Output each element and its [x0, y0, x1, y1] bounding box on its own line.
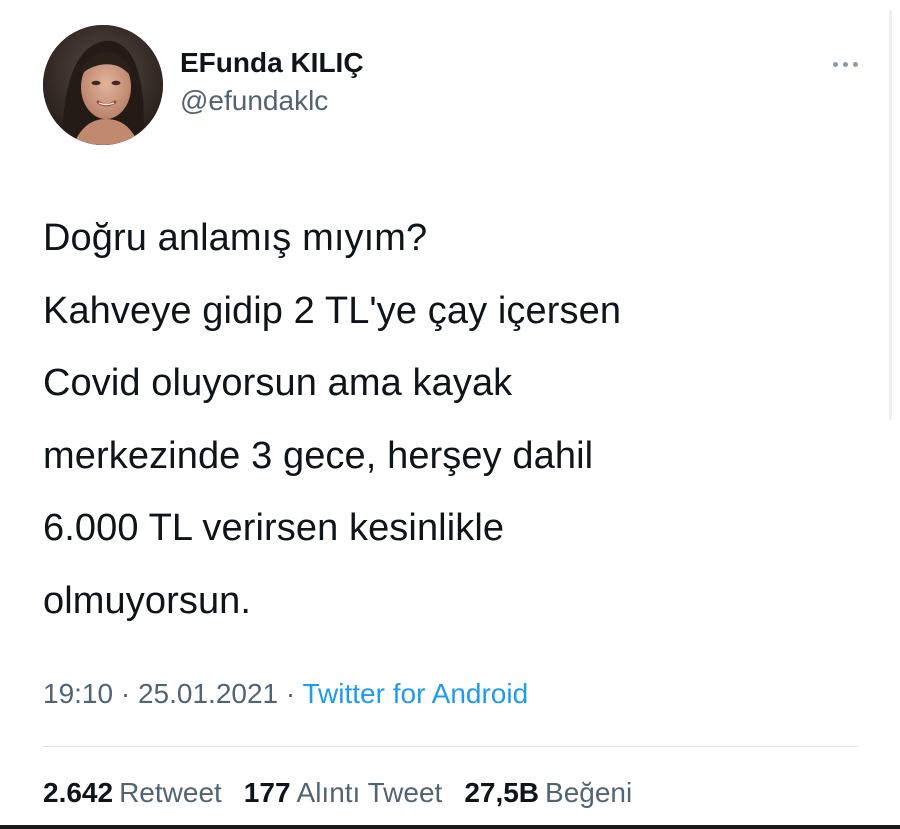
quote-number: 177 — [243, 777, 291, 808]
tweet-date[interactable]: 25.01.2021 — [138, 678, 278, 709]
meta-separator: · — [285, 678, 296, 709]
tweet-stats: 2.642 Retweet 177 Alıntı Tweet 27,5B Beğeni — [43, 775, 858, 811]
tweet-line: Doğru anlamış mıyım? — [43, 217, 428, 259]
retweet-label: Retweet — [119, 777, 222, 808]
tweet-line: olmuyorsun. — [43, 579, 252, 622]
tweet-line: 6.000 TL verirsen kesinlikle — [43, 507, 505, 549]
tweet-time[interactable]: 19:10 — [43, 678, 113, 709]
display-name[interactable]: EFunda KILIÇ — [180, 45, 364, 81]
quote-label: Alıntı Tweet — [296, 777, 443, 808]
user-names: EFunda KILIÇ @efundaklc — [180, 45, 364, 119]
tweet-header: EFunda KILIÇ @efundaklc — [43, 24, 858, 146]
like-count[interactable]: 27,5B Beğeni — [464, 775, 632, 811]
tweet-line: Kahveye gidip 2 TL'ye çay içersen — [43, 289, 622, 332]
scrollbar-track — [889, 10, 892, 420]
meta-separator: · — [120, 678, 131, 709]
like-label: Beğeni — [545, 777, 633, 808]
dot — [853, 61, 858, 67]
quote-tweet-count[interactable]: 177 Alıntı Tweet — [244, 775, 443, 811]
tweet-card: EFunda KILIÇ @efundaklc Doğru anlamış mı… — [43, 24, 858, 811]
tweet-text: Doğru anlamış mıyım? Kahveye gidip 2 TL'… — [43, 202, 858, 637]
divider — [43, 746, 858, 747]
retweet-number: 2.642 — [43, 777, 114, 808]
bottom-edge — [0, 825, 900, 829]
retweet-count[interactable]: 2.642 Retweet — [43, 775, 222, 811]
tweet-line: merkezinde 3 gece, herşey dahil — [43, 434, 594, 477]
dot — [843, 61, 848, 67]
more-dots-icon[interactable] — [833, 54, 858, 74]
tweet-meta: 19:10 · 25.01.2021 · Twitter for Android — [43, 676, 858, 712]
tweet-source-link[interactable]: Twitter for Android — [303, 678, 529, 709]
user-handle[interactable]: @efundaklc — [180, 83, 364, 119]
like-number: 27,5B — [464, 777, 540, 808]
tweet-line: Covid oluyorsun ama kayak — [43, 362, 513, 404]
avatar-photo — [43, 25, 163, 145]
dot — [833, 61, 838, 67]
avatar[interactable] — [43, 25, 163, 145]
